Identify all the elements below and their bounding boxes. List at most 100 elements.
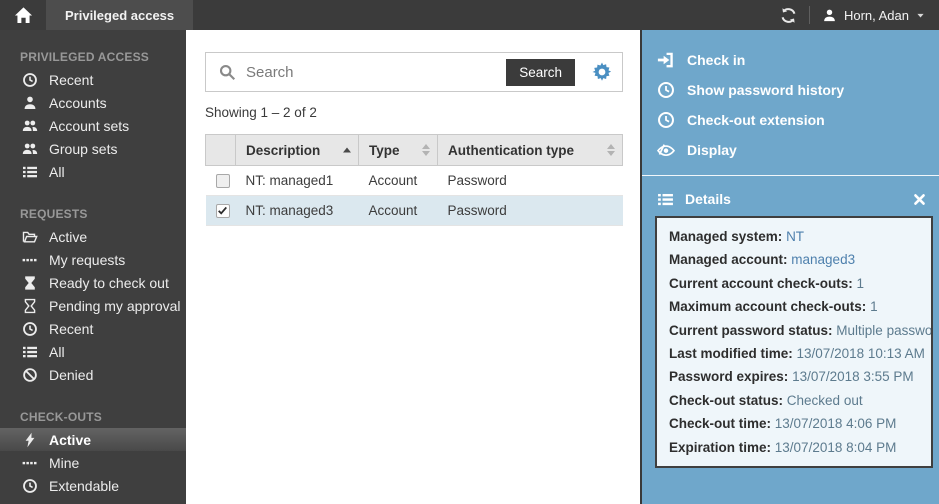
column-header-type[interactable]: Type [359,135,438,166]
sidebar-item-account-sets[interactable]: Account sets [0,114,186,137]
column-header-authentication-type[interactable]: Authentication type [438,135,623,166]
item-label: Accounts [49,95,107,111]
item-label: Active [49,229,87,245]
accounts-table: Description Type Authentication type NT:… [205,134,623,226]
table-row[interactable]: NT: managed1 Account Password [206,166,623,196]
detail-field-maximum-account-check-outs: Maximum account check-outs: 1 [669,295,931,318]
action-show-password-history[interactable]: Show password history [642,75,939,105]
sort-icon [422,144,430,156]
sidebar-item-pending-my-approval[interactable]: Pending my approval [0,294,186,317]
column-header-select[interactable] [206,135,236,166]
action-label: Check-out extension [687,112,825,128]
user-menu[interactable]: Horn, Adan [822,8,925,23]
action-panel: Check in Show password history Check-out… [640,30,939,504]
user-icon [822,8,837,23]
sidebar-item-mine[interactable]: Mine [0,451,186,474]
item-label: Ready to check out [49,275,169,291]
detail-value-link[interactable]: managed3 [791,252,855,267]
detail-field-last-modified-time: Last modified time: 13/07/2018 10:13 AM [669,342,931,365]
top-bar: Privileged access Horn, Adan [0,0,939,30]
item-label: Active [49,432,91,448]
item-label: All [49,344,65,360]
results-summary: Showing 1 – 2 of 2 [205,105,640,120]
topbar-divider [809,6,810,24]
search-icon [219,64,236,81]
action-label: Show password history [687,82,844,98]
gear-icon[interactable] [592,62,612,82]
detail-field-managed-system: Managed system: NT [669,225,931,248]
sidebar-item-ready-to-check-out[interactable]: Ready to check out [0,271,186,294]
details-panel: Managed system: NT Managed account: mana… [655,216,933,468]
search-input[interactable] [236,64,506,81]
user-name: Horn, Adan [844,8,909,23]
detail-field-check-out-status: Check-out status: Checked out [669,389,931,412]
action-check-in[interactable]: Check in [642,45,939,75]
item-label: Denied [49,367,93,383]
detail-field-password-expires: Password expires: 13/07/2018 3:55 PM [669,365,931,388]
main-content: Search Showing 1 – 2 of 2 Description Ty… [186,30,640,504]
sidebar-item-all[interactable]: All [0,160,186,183]
sort-icon [607,144,615,156]
search-button[interactable]: Search [506,59,575,86]
detail-value: Checked out [787,393,863,408]
item-label: Recent [49,321,93,337]
home-button[interactable] [0,0,46,30]
cell-description: NT: managed3 [236,196,359,226]
clock-icon [22,72,38,88]
sidebar-item-denied[interactable]: Denied [0,363,186,386]
clock-icon [22,478,38,494]
close-icon[interactable] [913,193,926,206]
detail-value: 13/07/2018 8:04 PM [775,440,897,455]
section-requests: REQUESTS Active My requests Ready to che… [0,203,186,386]
action-check-out-extension[interactable]: Check-out extension [642,105,939,135]
refresh-icon[interactable] [780,7,797,24]
sidebar-item-requests-active[interactable]: Active [0,225,186,248]
cell-auth: Password [438,196,623,226]
folder-open-icon [22,229,38,245]
action-display[interactable]: Display [642,135,939,165]
row-checkbox[interactable] [216,174,230,188]
eye-icon [657,141,675,159]
hourglass-outline-icon [22,298,38,314]
table-row[interactable]: NT: managed3 Account Password [206,196,623,226]
cell-type: Account [359,166,438,196]
detail-value: Multiple passwords [836,323,931,338]
section-header: CHECK-OUTS [0,406,186,428]
item-label: My requests [49,252,125,268]
action-label: Check in [687,52,745,68]
tab-privileged-access[interactable]: Privileged access [46,0,193,30]
section-header: REQUESTS [0,203,186,225]
details-header: Details [642,184,939,214]
details-title: Details [685,191,731,207]
detail-value: 13/07/2018 3:55 PM [792,369,914,384]
detail-field-current-password-status: Current password status: Multiple passwo… [669,319,931,342]
detail-value: 1 [870,299,878,314]
sidebar-item-group-sets[interactable]: Group sets [0,137,186,160]
list-icon [657,191,674,208]
sidebar-item-checkouts-active[interactable]: Active [0,428,186,451]
column-header-description[interactable]: Description [236,135,359,166]
row-checkbox[interactable] [216,204,230,218]
detail-field-expiration-time: Expiration time: 13/07/2018 8:04 PM [669,436,931,459]
item-label: Account sets [49,118,129,134]
search-bar: Search [205,52,623,92]
bolt-icon [22,432,38,448]
ellipsis-icon [22,455,38,471]
cell-description: NT: managed1 [236,166,359,196]
cell-type: Account [359,196,438,226]
sidebar-item-extendable[interactable]: Extendable [0,474,186,497]
detail-value-link[interactable]: NT [786,229,804,244]
list-icon [22,344,38,360]
item-label: Group sets [49,141,117,157]
sidebar-item-requests-recent[interactable]: Recent [0,317,186,340]
ellipsis-icon [22,252,38,268]
sidebar-item-my-requests[interactable]: My requests [0,248,186,271]
sidebar-item-requests-all[interactable]: All [0,340,186,363]
clock-icon [657,111,675,129]
sidebar: PRIVILEGED ACCESS Recent Accounts Accoun… [0,30,186,504]
panel-divider [642,175,939,176]
sidebar-item-accounts[interactable]: Accounts [0,91,186,114]
detail-value: 13/07/2018 10:13 AM [797,346,925,361]
sidebar-item-recent[interactable]: Recent [0,68,186,91]
checkmark-icon [217,205,228,216]
